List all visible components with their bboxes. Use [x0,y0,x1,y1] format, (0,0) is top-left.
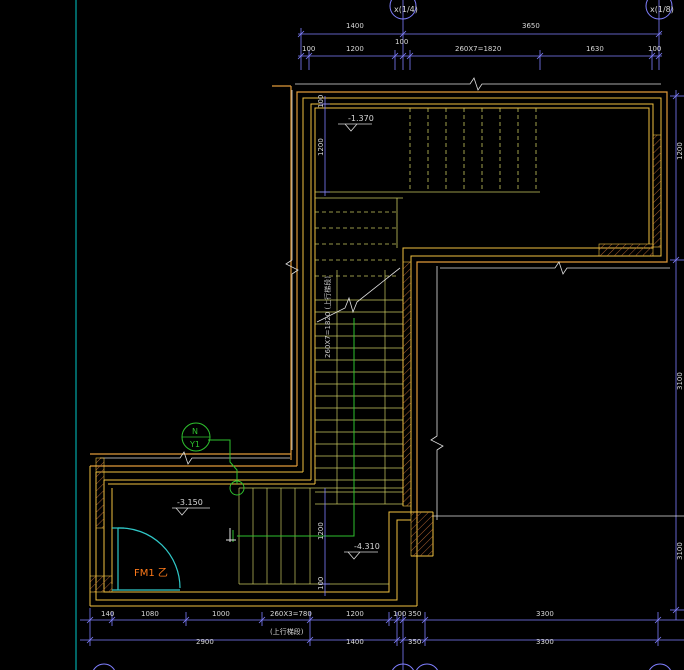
level-bottom-text: -4.310 [354,542,380,551]
hatched-wall-bottom-left [89,575,113,593]
left-vdim-2: 1200 [317,522,325,540]
walking-line-arrow [226,528,236,542]
mid-stair-treads-dashed [315,211,397,277]
hatched-wall-bottom-right [410,511,434,557]
right-dim-2: 3100 [676,372,684,390]
wall-outer-lines [90,85,668,520]
level-top-text: -1.370 [348,114,374,123]
top-dim-row1-a: 1400 [346,22,364,30]
right-dim-1: 1200 [676,142,684,160]
hatched-wall-left [95,457,105,529]
hatched-wall-stair-right [402,261,412,507]
north-sub: Y1 [189,440,200,449]
bottom-dimension-group [80,608,684,670]
bottom-dim-row2-a: 2900 [196,638,214,646]
top-dim-row2-c: 100 [395,38,408,46]
door-fm1 [112,527,181,591]
top-dim-row2-e: 1630 [586,45,604,53]
top-dim-row1-b: 3650 [522,22,540,30]
top-dim-row2-b: 1200 [346,45,364,53]
wall-inner-lines [89,97,662,607]
top-dim-row2-d: 260X7=1820 [455,45,501,53]
hatched-wall-right-lower [598,243,654,257]
right-dim-3: 3100 [676,542,684,560]
bottom-dim-row1-g: 350 [408,610,421,618]
bottom-dim-row1-b: 1080 [141,610,159,618]
stair-run-note: 260X7=1820 (上行梯段) [323,276,332,358]
level-mid-text: -3.150 [177,498,203,507]
axis-bubble-icon [649,663,671,670]
bottom-dim-row1-f: 100 [393,610,406,618]
bottom-stair-note: (上行梯段) [270,627,304,636]
cad-drawing-canvas[interactable]: 1400 3650 100 1200 100 260X7=1820 1630 1… [0,0,684,670]
top-axis-right-label: x(1/8) [650,5,674,14]
top-dimension-group [297,0,663,70]
axis-bubble-icon [93,663,115,670]
bottom-dim-row2-d: 3300 [536,638,554,646]
bottom-dim-row2-c: 350 [408,638,421,646]
left-vdim-1: 1200 [317,138,325,156]
top-dim-row2-f: 100 [648,45,661,53]
left-vdim-4: 100 [317,95,325,108]
right-dimension-group [670,90,684,620]
bottom-dim-row1-h: 3300 [536,610,554,618]
level-triangle-icon [172,123,378,560]
axis-bubble-icon [416,663,438,670]
door-code: FM1 乙 [134,567,168,579]
upper-stair-treads [409,108,537,192]
upper-stair-landing [315,191,540,248]
bottom-dim-row1-d: 260X3=780 [270,610,312,618]
bottom-dim-row2-b: 1400 [346,638,364,646]
left-vdim-3: 100 [317,577,325,590]
north-mark: N [192,427,198,436]
hatched-wall-right-top [652,134,662,248]
bottom-dim-row1-c: 1000 [212,610,230,618]
bottom-dim-row1-e: 1200 [346,610,364,618]
top-axis-left-label: x(1/4) [394,5,418,14]
top-dim-row2-a: 100 [302,45,315,53]
bottom-dim-row1-a: 140 [101,610,114,618]
